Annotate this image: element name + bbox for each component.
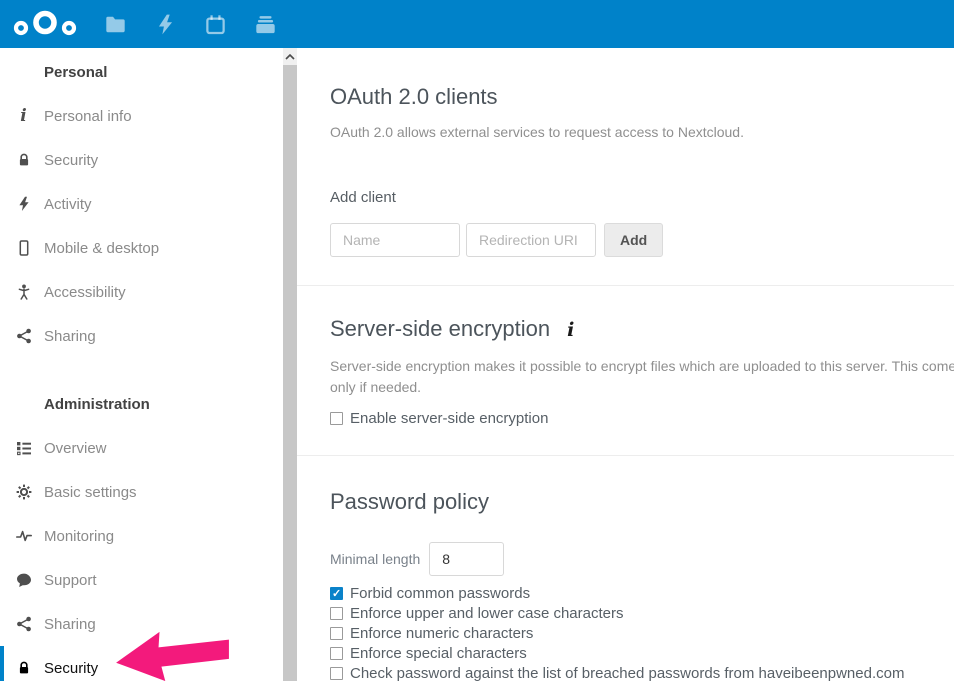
minimal-length-label: Minimal length xyxy=(330,551,420,567)
sidebar-item-sharing-admin[interactable]: Sharing xyxy=(0,602,283,646)
password-policy-section: Password policy Minimal length Forbid co… xyxy=(297,455,954,681)
sidebar-caption-administration: Administration xyxy=(0,382,283,426)
scrollbar-up-button[interactable] xyxy=(283,48,297,65)
settings-sidebar: Personal i Personal info Security Activi… xyxy=(0,48,283,681)
check-haveibeenpwned-checkbox[interactable] xyxy=(330,667,343,680)
enforce-numeric-row[interactable]: Enforce numeric characters xyxy=(330,623,954,643)
sidebar-item-monitoring[interactable]: Monitoring xyxy=(0,514,283,558)
password-policy-checkbox-list: Forbid common passwords Enforce upper an… xyxy=(330,583,954,681)
sidebar-item-basic-settings[interactable]: Basic settings xyxy=(0,470,283,514)
support-bubble-icon xyxy=(15,572,32,589)
sidebar-item-overview[interactable]: Overview xyxy=(0,426,283,470)
check-haveibeenpwned-row[interactable]: Check password against the list of breac… xyxy=(330,663,954,681)
activity-bolt-icon[interactable] xyxy=(155,14,176,35)
oauth-section: OAuth 2.0 clients OAuth 2.0 allows exter… xyxy=(297,48,954,285)
gear-icon xyxy=(15,484,32,501)
enforce-numeric-checkbox[interactable] xyxy=(330,627,343,640)
settings-content: OAuth 2.0 clients OAuth 2.0 allows exter… xyxy=(297,48,954,681)
enforce-special-checkbox[interactable] xyxy=(330,647,343,660)
accessibility-icon xyxy=(15,284,32,301)
lock-icon xyxy=(15,152,32,169)
files-folder-icon[interactable] xyxy=(105,14,126,35)
minimal-length-row: Minimal length xyxy=(330,542,954,576)
sidebar-caption-personal: Personal xyxy=(0,50,283,94)
share-icon xyxy=(15,616,32,633)
sidebar-scrollbar xyxy=(283,48,297,681)
enable-encryption-checkbox-row[interactable]: Enable server-side encryption xyxy=(330,411,954,426)
enforce-upper-lower-checkbox[interactable] xyxy=(330,607,343,620)
info-icon[interactable]: i xyxy=(567,319,574,341)
enforce-special-row[interactable]: Enforce special characters xyxy=(330,643,954,663)
redirection-uri-input[interactable] xyxy=(466,223,596,257)
encryption-title: Server-side encryption xyxy=(330,316,550,342)
enforce-upper-lower-row[interactable]: Enforce upper and lower case characters xyxy=(330,603,954,623)
phone-icon xyxy=(15,240,32,257)
top-bar xyxy=(0,0,954,48)
password-policy-title: Password policy xyxy=(330,489,954,515)
add-client-label: Add client xyxy=(330,189,954,206)
share-icon xyxy=(15,328,32,345)
sidebar-item-mobile-desktop[interactable]: Mobile & desktop xyxy=(0,226,283,270)
encryption-section: Server-side encryption i Server-side enc… xyxy=(297,285,954,455)
add-button[interactable]: Add xyxy=(604,223,663,257)
nextcloud-logo-icon[interactable] xyxy=(12,10,78,38)
forbid-common-passwords-row[interactable]: Forbid common passwords xyxy=(330,583,954,603)
add-client-form: Add xyxy=(330,223,954,257)
oauth-title: OAuth 2.0 clients xyxy=(330,84,954,110)
sidebar-item-support[interactable]: Support xyxy=(0,558,283,602)
enable-encryption-checkbox[interactable] xyxy=(330,412,343,425)
bolt-icon xyxy=(15,196,32,213)
nextcloud-settings-window: Personal i Personal info Security Activi… xyxy=(0,0,954,681)
forbid-common-passwords-checkbox[interactable] xyxy=(330,587,343,600)
monitoring-pulse-icon xyxy=(15,528,32,545)
calendar-icon[interactable] xyxy=(205,14,226,35)
deck-icon[interactable] xyxy=(255,14,276,35)
client-name-input[interactable] xyxy=(330,223,460,257)
sidebar-item-accessibility[interactable]: Accessibility xyxy=(0,270,283,314)
sidebar-item-security-admin[interactable]: Security xyxy=(0,646,283,681)
encryption-description: Server-side encryption makes it possible… xyxy=(330,356,954,398)
info-icon: i xyxy=(15,108,32,125)
sidebar-item-sharing-personal[interactable]: Sharing xyxy=(0,314,283,358)
oauth-description: OAuth 2.0 allows external services to re… xyxy=(330,122,954,143)
lock-icon xyxy=(15,660,32,677)
scrollbar-thumb[interactable] xyxy=(283,65,297,681)
sidebar-item-security-personal[interactable]: Security xyxy=(0,138,283,182)
sidebar-item-personal-info[interactable]: i Personal info xyxy=(0,94,283,138)
sidebar-item-activity[interactable]: Activity xyxy=(0,182,283,226)
overview-list-icon xyxy=(15,440,32,457)
minimal-length-input[interactable] xyxy=(429,542,504,576)
